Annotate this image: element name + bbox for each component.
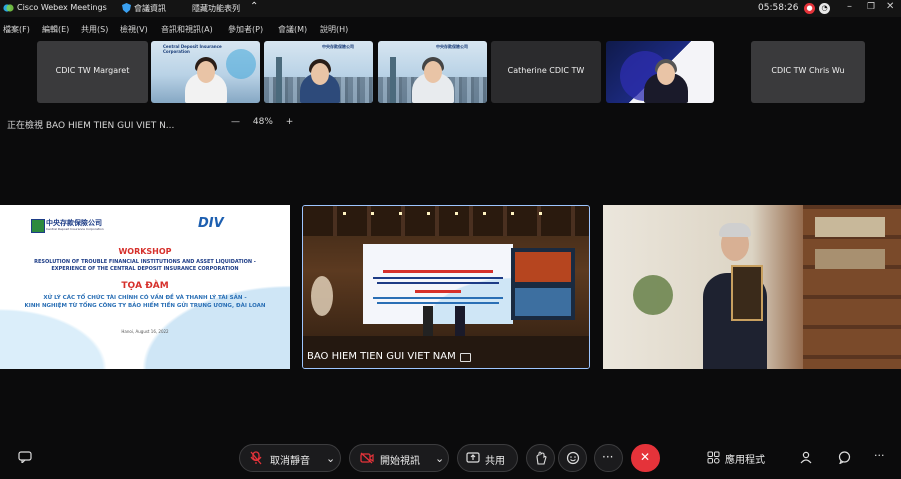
zoom-level: 48% bbox=[252, 117, 273, 127]
chat-icon[interactable] bbox=[838, 451, 851, 467]
app-title: Cisco Webex Meetings bbox=[17, 3, 107, 12]
menu-share[interactable]: 共用(S) bbox=[81, 24, 108, 35]
slide-org-en: Central Deposit Insurance Corporation bbox=[46, 227, 104, 231]
participant-name: CDIC TW Margaret bbox=[55, 66, 130, 75]
zoom-controls: — 48% + bbox=[231, 117, 303, 127]
participant-name: CDIC TW Chris Wu bbox=[771, 66, 845, 75]
ellipsis-icon: ··· bbox=[602, 450, 614, 464]
slide-en-line2: EXPERIENCE OF THE CENTRAL DEPOSIT INSURA… bbox=[51, 266, 239, 272]
unmute-button[interactable]: 取消靜音 ⌄ bbox=[239, 444, 341, 472]
end-meeting-button[interactable]: ✕ bbox=[631, 444, 660, 472]
hide-menu-toggle[interactable]: 隱藏功能表列 bbox=[192, 3, 240, 14]
apps-button[interactable]: 應用程式 bbox=[725, 451, 765, 466]
minimize-icon[interactable]: – bbox=[847, 1, 852, 12]
participant-main-video[interactable] bbox=[603, 205, 901, 369]
div-logo: DIV bbox=[198, 216, 224, 231]
slide-vi-line2: KINH NGHIỆM TỪ TỔNG CÔNG TY BẢO HIỂM TIỀ… bbox=[24, 303, 266, 309]
start-video-label: 開始視訊 bbox=[380, 456, 420, 467]
reactions-button[interactable] bbox=[558, 444, 587, 472]
org-tag: 中央存款保險公司 bbox=[322, 44, 354, 49]
more-options-button[interactable]: ··· bbox=[594, 444, 623, 472]
close-icon[interactable]: ✕ bbox=[886, 1, 894, 12]
apps-grid-icon[interactable] bbox=[707, 451, 720, 467]
cdic-logo-icon bbox=[31, 219, 45, 233]
chevron-up-icon[interactable]: ⌃ bbox=[250, 1, 258, 12]
menu-file[interactable]: 檔案(F) bbox=[3, 24, 30, 35]
hand-icon bbox=[535, 451, 547, 468]
menu-bar: 檔案(F) 編輯(E) 共用(S) 檢視(V) 音訊和視訊(A) 參加者(P) … bbox=[0, 22, 901, 36]
zoom-out-button[interactable]: — bbox=[231, 117, 240, 127]
more-icon[interactable]: ··· bbox=[874, 449, 885, 462]
org-tag: Central Deposit Insurance Corporation bbox=[163, 44, 222, 54]
participant-name: Catherine CDIC TW bbox=[507, 66, 585, 75]
participant-video[interactable]: 中央存款保險公司 bbox=[378, 41, 487, 103]
slide-en-line1: RESOLUTION OF TROUBLE FINANCIAL INSTITUT… bbox=[34, 259, 256, 265]
webex-logo-icon bbox=[3, 4, 14, 12]
participant-thumbnail[interactable]: CDIC TW Margaret bbox=[37, 41, 148, 103]
chevron-down-icon[interactable]: ⌄ bbox=[435, 452, 444, 465]
title-bar: Cisco Webex Meetings 會議資訊 隱藏功能表列 ⌃ 05:58… bbox=[0, 0, 901, 17]
menu-help[interactable]: 說明(H) bbox=[320, 24, 348, 35]
share-button[interactable]: 共用 bbox=[457, 444, 518, 472]
status-icon[interactable]: ◔ bbox=[819, 3, 830, 14]
slide-date: Hanoi, August 16, 2022 bbox=[121, 329, 169, 334]
slide-vi-title: TỌA ĐÀM bbox=[121, 281, 169, 291]
mic-muted-icon bbox=[250, 451, 262, 468]
restore-icon[interactable]: ❐ bbox=[867, 2, 875, 12]
participant-video[interactable]: Central Deposit Insurance Corporation bbox=[151, 41, 260, 103]
participant-video[interactable] bbox=[606, 41, 714, 103]
video-off-icon bbox=[360, 452, 374, 467]
stage-caption: BAO HIEM TIEN GUI VIET NAM bbox=[307, 351, 456, 362]
chat-bubble-icon[interactable] bbox=[18, 451, 32, 466]
start-video-button[interactable]: 開始視訊 ⌄ bbox=[349, 444, 449, 472]
projection-screen bbox=[363, 244, 513, 324]
participants-icon[interactable] bbox=[800, 451, 814, 467]
smiley-icon bbox=[566, 451, 580, 468]
active-speaker-video[interactable]: BAO HIEM TIEN GUI VIET NAM bbox=[302, 205, 590, 369]
shield-icon[interactable] bbox=[122, 3, 131, 13]
viewing-label: 正在檢視 BAO HIEM TIEN GUI VIET N... bbox=[7, 121, 175, 131]
participant-thumbnail[interactable]: CDIC TW Chris Wu bbox=[751, 41, 865, 103]
menu-view[interactable]: 檢視(V) bbox=[120, 24, 148, 35]
chevron-down-icon[interactable]: ⌄ bbox=[326, 452, 335, 465]
menu-audio-video[interactable]: 音訊和視訊(A) bbox=[161, 24, 213, 35]
org-tag: 中央存款保險公司 bbox=[436, 44, 468, 49]
menu-participants[interactable]: 參加者(P) bbox=[228, 24, 263, 35]
zoom-in-button[interactable]: + bbox=[286, 117, 294, 127]
close-icon: ✕ bbox=[640, 450, 651, 464]
unmute-label: 取消靜音 bbox=[270, 456, 310, 467]
shared-slide[interactable]: 中央存款保險公司 Central Deposit Insurance Corpo… bbox=[0, 205, 290, 369]
menu-edit[interactable]: 編輯(E) bbox=[42, 24, 69, 35]
share-screen-icon bbox=[466, 452, 480, 467]
menu-meeting[interactable]: 會議(M) bbox=[278, 24, 307, 35]
record-icon[interactable]: ● bbox=[804, 3, 815, 14]
noise-removal-button[interactable] bbox=[526, 444, 555, 472]
slide-workshop: WORKSHOP bbox=[118, 247, 172, 256]
participant-video[interactable]: 中央存款保險公司 bbox=[264, 41, 373, 103]
share-label: 共用 bbox=[485, 456, 505, 467]
screen-share-icon bbox=[460, 353, 471, 362]
participant-thumbnail[interactable]: Catherine CDIC TW bbox=[491, 41, 601, 103]
slide-vi-line1: XỬ LÝ CÁC TỔ CHỨC TÀI CHÍNH CÓ VẤN ĐỀ VÀ… bbox=[43, 295, 247, 301]
meeting-clock: 05:58:26 bbox=[758, 3, 799, 13]
meeting-info-link[interactable]: 會議資訊 bbox=[134, 3, 166, 14]
